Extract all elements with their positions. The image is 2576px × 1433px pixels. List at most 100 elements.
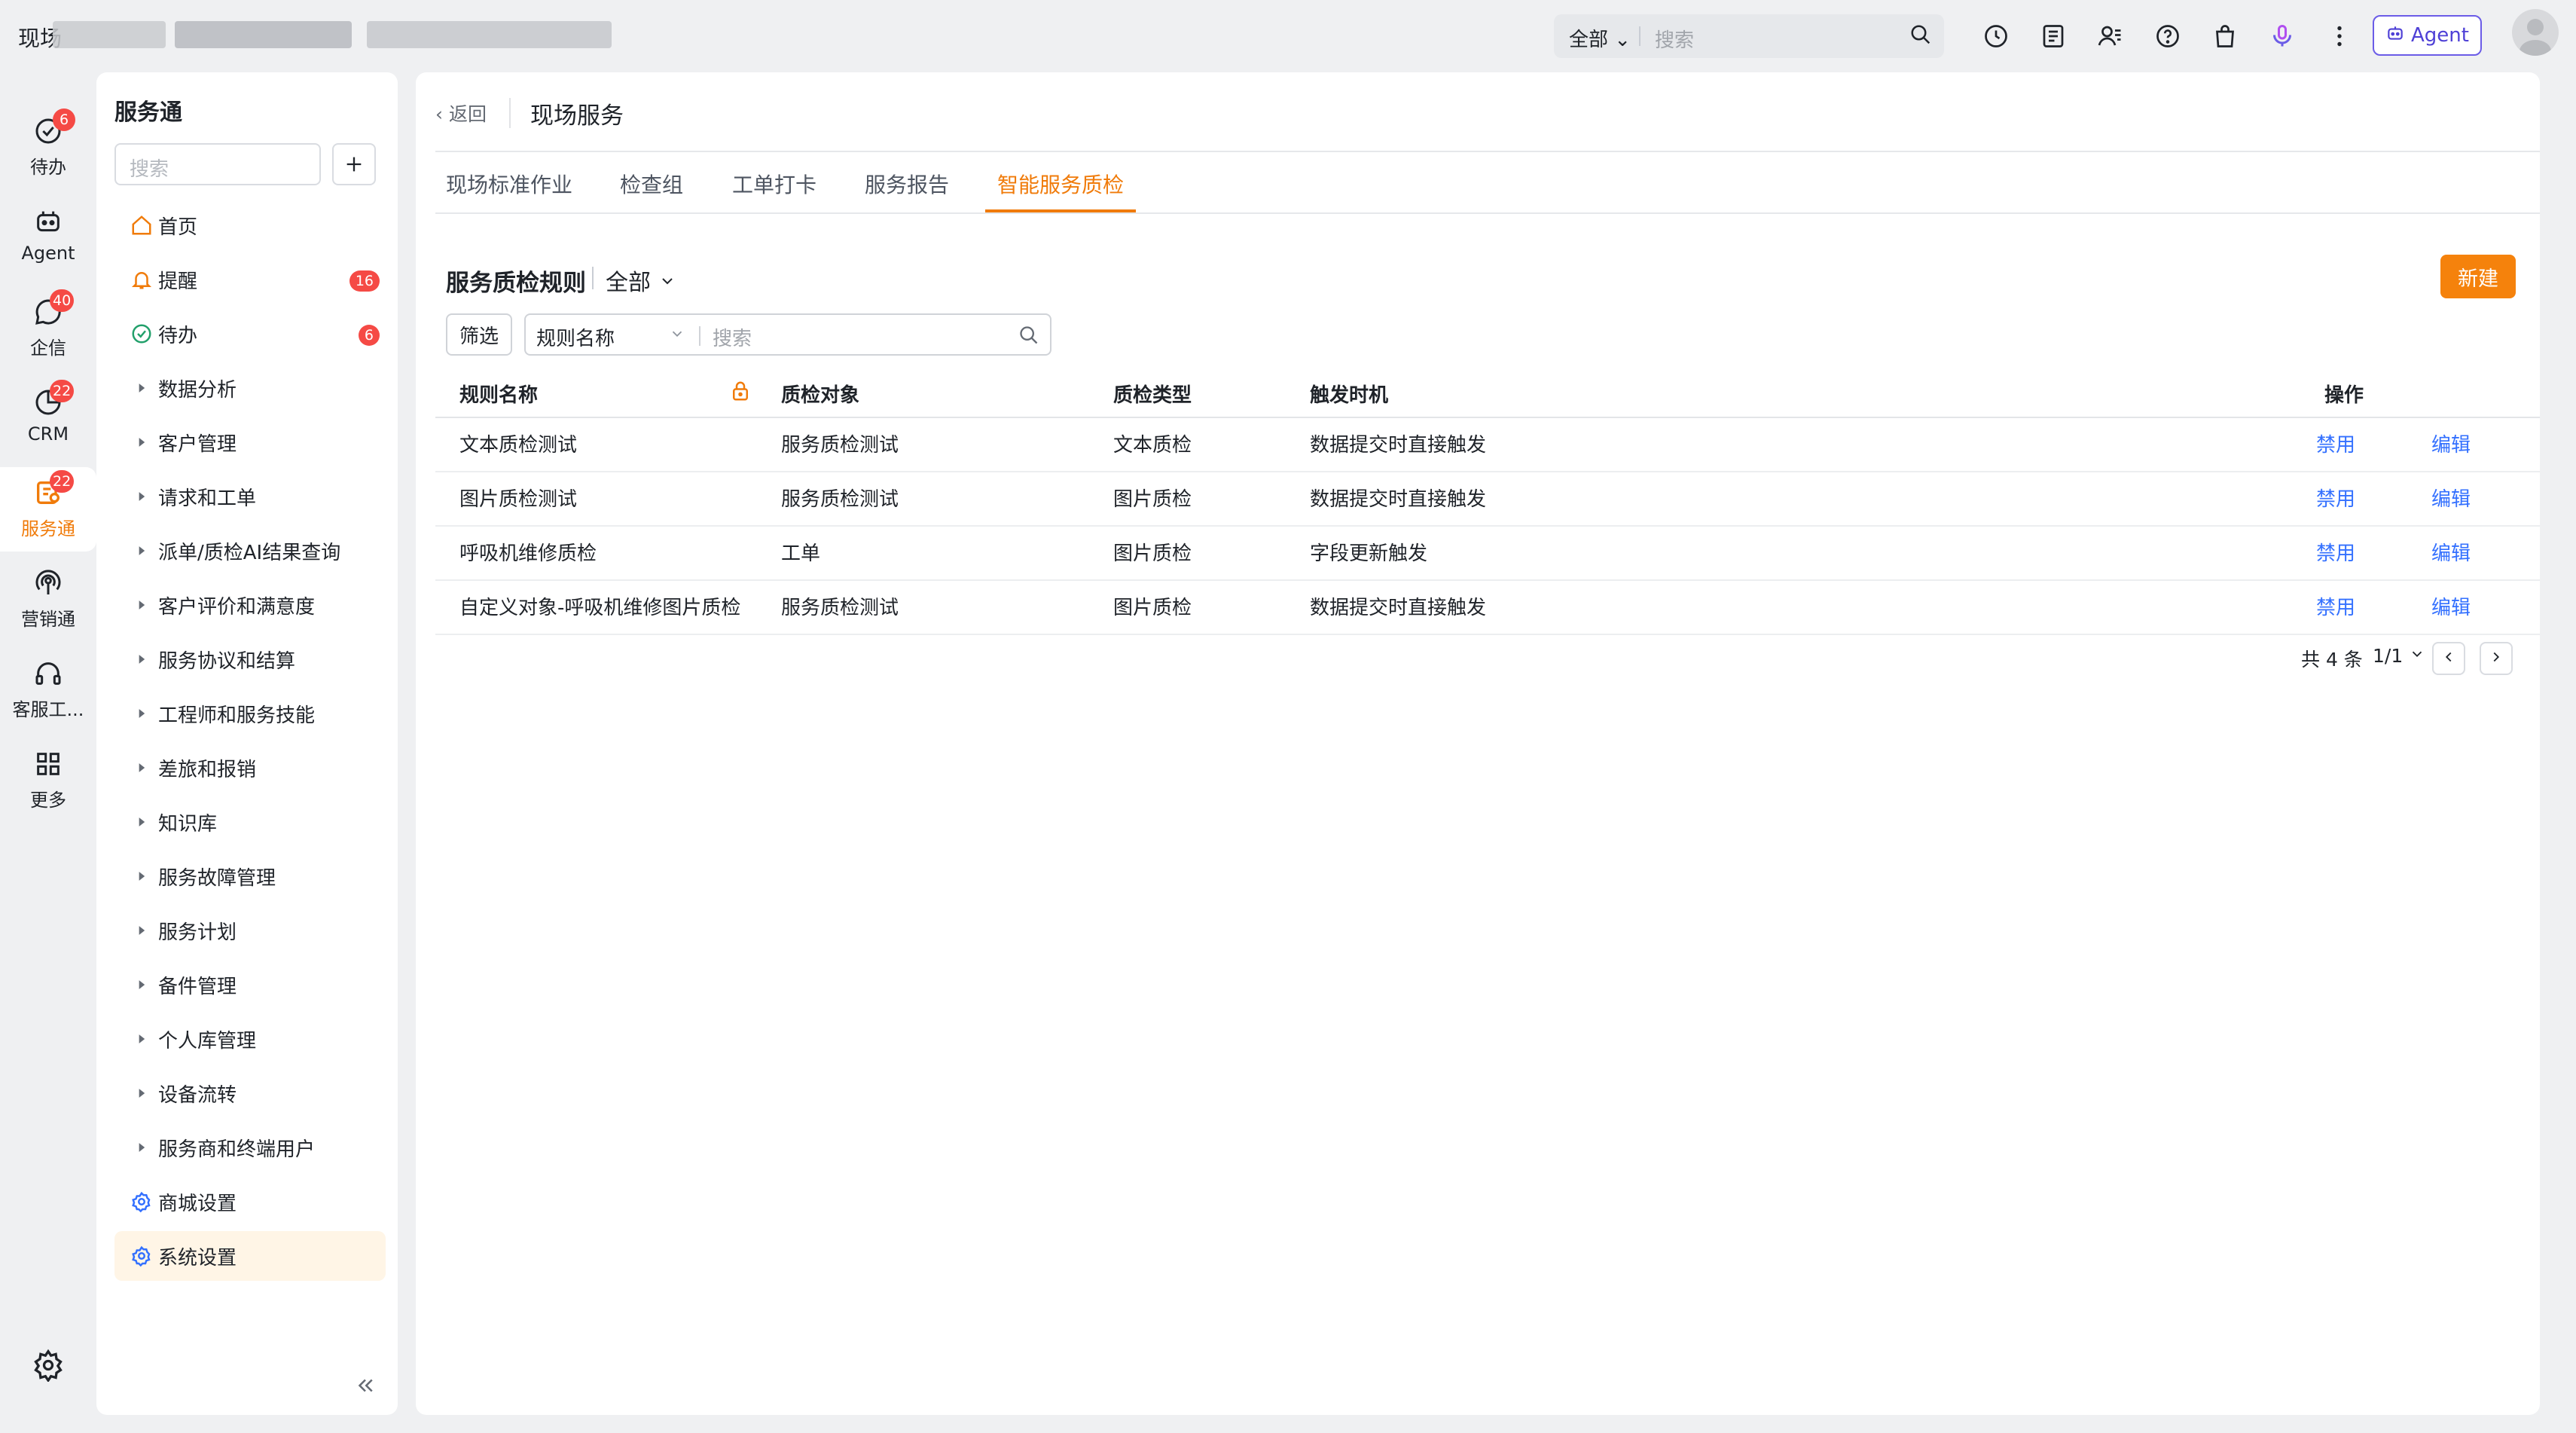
avatar[interactable] (2512, 9, 2559, 56)
cell-trigger: 数据提交时直接触发 (1310, 434, 1487, 457)
sidebar-item-home[interactable]: 首页 (114, 200, 386, 250)
sidebar-item-agreements[interactable]: 服务协议和结算 (114, 634, 386, 684)
sidebar-item-label: 备件管理 (158, 975, 237, 998)
menu-search-input[interactable]: 搜索 (114, 143, 321, 185)
filter-button[interactable]: 筛选 (446, 313, 512, 356)
cell-type: 图片质检 (1113, 597, 1192, 619)
disable-link[interactable]: 禁用 (2316, 472, 2355, 527)
mic-icon[interactable] (2266, 20, 2299, 53)
back-link[interactable]: ‹ 返回 (435, 99, 487, 127)
more-vertical-icon[interactable] (2323, 20, 2356, 53)
gear-icon (125, 1190, 158, 1213)
sidebar-item-ai-results[interactable]: 派单/质检AI结果查询 (114, 526, 386, 576)
sidebar-item-label: 服务协议和结算 (158, 649, 296, 673)
chevron-right-icon (2488, 649, 2504, 668)
filter-field-select[interactable]: 规则名称 (536, 323, 615, 351)
sidebar-item-engineers[interactable]: 工程师和服务技能 (114, 689, 386, 738)
sidebar-item-label: 首页 (158, 215, 198, 239)
tab-inspection-group[interactable]: 检查组 (620, 169, 683, 199)
search-icon[interactable] (1909, 23, 1932, 49)
rail-item-todo[interactable]: 6 待办 (0, 108, 96, 179)
sidebar-item-label: 派单/质检AI结果查询 (158, 541, 341, 564)
chevron-down-icon (2409, 645, 2425, 667)
rail-item-crm[interactable]: 22 CRM (0, 380, 96, 445)
rail-label: CRM (27, 423, 69, 445)
bag-icon[interactable] (2208, 20, 2242, 53)
sidebar-item-spare-parts[interactable]: 备件管理 (114, 960, 386, 1010)
sidebar-item-travel[interactable]: 差旅和报销 (114, 743, 386, 793)
notification-badge: 22 (50, 380, 75, 402)
prev-page-button[interactable] (2432, 642, 2465, 675)
next-page-button[interactable] (2480, 642, 2513, 675)
edit-link[interactable]: 编辑 (2431, 418, 2471, 472)
grid-icon (30, 746, 66, 782)
sidebar-item-knowledge[interactable]: 知识库 (114, 797, 386, 847)
rail-item-service[interactable]: 22 服务通 (0, 470, 96, 540)
tab-service-report[interactable]: 服务报告 (865, 169, 949, 199)
sidebar-item-label: 服务计划 (158, 921, 237, 944)
sidebar-item-todo[interactable]: 待办 6 (114, 309, 386, 359)
tab-smart-quality-inspection[interactable]: 智能服务质检 (997, 169, 1124, 199)
broadcast-icon (30, 565, 66, 601)
rail-label: 更多 (30, 790, 66, 811)
new-button[interactable]: 新建 (2440, 255, 2516, 298)
edit-link[interactable]: 编辑 (2431, 472, 2471, 527)
disable-link[interactable]: 禁用 (2316, 527, 2355, 581)
search-scope-select[interactable]: 全部 ⌄ (1569, 24, 1631, 52)
sidebar-item-equipment[interactable]: 设备流转 (114, 1068, 386, 1118)
sidebar-item-mall-settings[interactable]: 商城设置 (114, 1177, 386, 1227)
divider (592, 267, 594, 289)
rail-item-customer-service[interactable]: 客服工... (0, 655, 96, 721)
edit-link[interactable]: 编辑 (2431, 581, 2471, 635)
help-icon[interactable] (2151, 20, 2184, 53)
page-select[interactable]: 1/1 (2373, 645, 2425, 667)
tab-work-order-checkin[interactable]: 工单打卡 (732, 169, 816, 199)
agent-button[interactable]: Agent (2373, 15, 2482, 56)
search-icon[interactable] (1018, 325, 1039, 349)
sidebar-item-requests[interactable]: 请求和工单 (114, 472, 386, 521)
caret-right-icon (125, 923, 158, 938)
tab-standard-ops[interactable]: 现场标准作业 (446, 169, 572, 199)
filter-search-box[interactable]: 规则名称 搜索 (524, 313, 1051, 356)
sidebar-item-label: 知识库 (158, 812, 218, 836)
disable-link[interactable]: 禁用 (2316, 418, 2355, 472)
scope-dropdown[interactable]: 全部 (606, 264, 676, 297)
sidebar-item-plans[interactable]: 服务计划 (114, 906, 386, 955)
divider (699, 326, 700, 346)
disable-link[interactable]: 禁用 (2316, 581, 2355, 635)
task-list-icon[interactable] (2037, 20, 2070, 53)
edit-link[interactable]: 编辑 (2431, 527, 2471, 581)
sidebar-item-reminder[interactable]: 提醒 16 (114, 255, 386, 304)
sidebar-item-personal-stock[interactable]: 个人库管理 (114, 1014, 386, 1064)
caret-right-icon (125, 869, 158, 884)
divider (1639, 26, 1641, 46)
rail-item-agent[interactable]: Agent (0, 203, 96, 264)
add-button[interactable] (332, 143, 376, 185)
global-search[interactable]: 全部 ⌄ 搜索 (1554, 14, 1944, 58)
rail-item-chat[interactable]: 40 企信 (0, 289, 96, 359)
sidebar-item-customer-mgmt[interactable]: 客户管理 (114, 417, 386, 467)
table-row: 呼吸机维修质检 工单 图片质检 字段更新触发 禁用 编辑 (435, 527, 2540, 581)
sidebar-item-label: 设备流转 (158, 1083, 237, 1107)
rail-item-marketing[interactable]: 营销通 (0, 565, 96, 631)
caret-right-icon (125, 1140, 158, 1155)
rail-label: 待办 (30, 157, 66, 178)
contacts-icon[interactable] (2094, 20, 2127, 53)
sidebar-item-system-settings[interactable]: 系统设置 (114, 1231, 386, 1281)
cell-trigger: 数据提交时直接触发 (1310, 488, 1487, 511)
chat-icon: 40 (30, 289, 75, 330)
sidebar-item-faults[interactable]: 服务故障管理 (114, 851, 386, 901)
notification-badge: 6 (53, 108, 75, 131)
settings-icon[interactable] (32, 1349, 65, 1385)
rail-label: 企信 (30, 338, 66, 359)
filter-search-input[interactable]: 搜索 (713, 323, 752, 351)
sidebar-item-data-analysis[interactable]: 数据分析 (114, 363, 386, 413)
rail-item-more[interactable]: 更多 (0, 746, 96, 811)
service-icon: 22 (30, 470, 75, 511)
search-input[interactable]: 搜索 (1655, 25, 1694, 53)
clock-icon[interactable] (1979, 20, 2013, 53)
sidebar-item-providers[interactable]: 服务商和终端用户 (114, 1123, 386, 1172)
collapse-sidebar-icon[interactable] (354, 1374, 377, 1400)
sidebar-item-label: 数据分析 (158, 378, 237, 402)
sidebar-item-satisfaction[interactable]: 客户评价和满意度 (114, 580, 386, 630)
